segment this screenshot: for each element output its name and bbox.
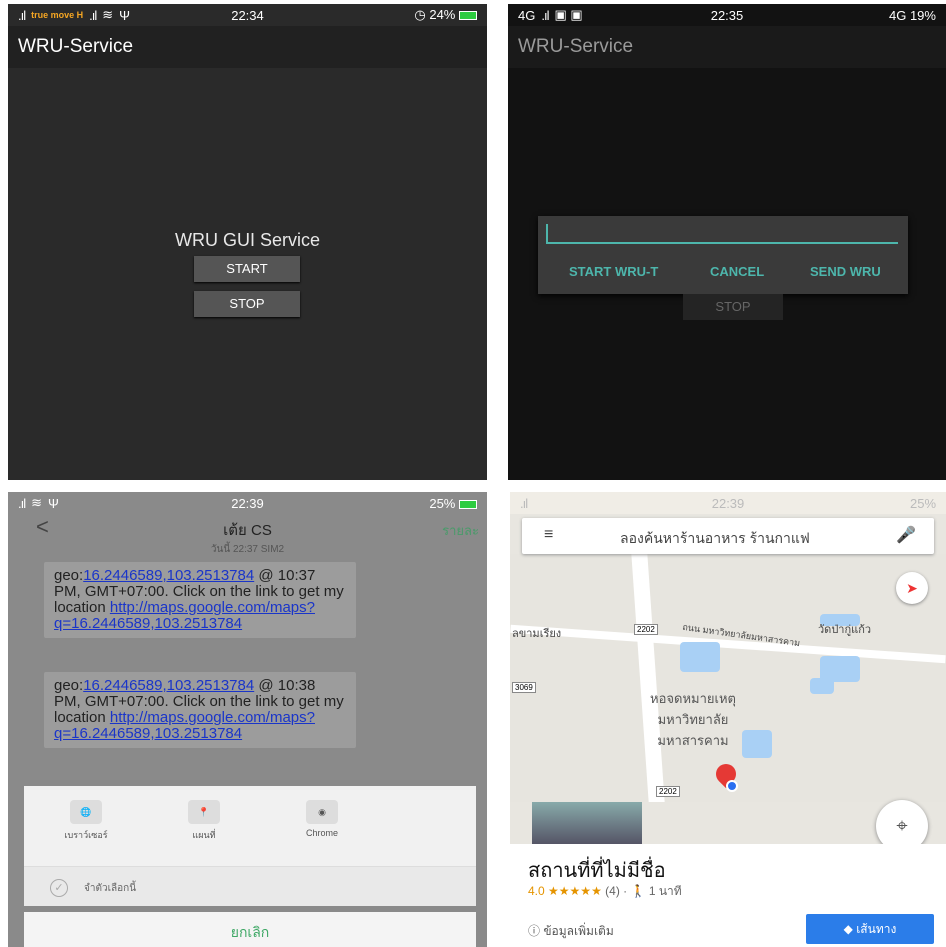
- more-info-link[interactable]: ⓘ ข้อมูลเพิ่มเติม: [528, 922, 614, 941]
- check-icon[interactable]: ✓: [50, 879, 68, 897]
- start-wru-t-button[interactable]: START WRU-T: [569, 264, 658, 279]
- battery-percent: 25%: [909, 495, 937, 511]
- wifi-icon: ≋: [31, 495, 43, 510]
- map-view[interactable]: ลขามเรียง ถนน มหาวิทยาลัยมหาสารคาม วัดป่…: [510, 554, 946, 802]
- geo-prefix: geo:: [54, 677, 84, 694]
- battery-icon: [459, 11, 477, 21]
- signal-icon: .ıl: [18, 7, 26, 23]
- wifi-icon: ≋: [102, 7, 114, 22]
- wru-dialog: START WRU-T CANCEL SEND WRU: [538, 216, 908, 294]
- notification-icon: ▣ ▣: [554, 7, 583, 22]
- maps-screen: .ıl 22:39 25% ลขามเรียง ถนน มหาวิทยาลัยม…: [510, 492, 946, 947]
- gui-title: WRU GUI Service: [174, 230, 320, 250]
- app-label: แผนที่: [192, 830, 216, 840]
- geo-link[interactable]: 16.2446589,103.2513784: [83, 567, 254, 584]
- app-option-maps[interactable]: 📍 แผนที่: [164, 800, 244, 842]
- app-title: WRU-Service: [508, 26, 946, 68]
- search-bar[interactable]: ≡ ลองค้นหาร้านอาหาร ร้านกาแฟ 🎤: [522, 518, 934, 554]
- map-road: [631, 554, 665, 802]
- hamburger-icon[interactable]: ≡: [544, 526, 553, 544]
- battery-percent: 24%: [429, 7, 456, 22]
- street-view-thumbnail[interactable]: [532, 802, 642, 844]
- message-date: วันนี้ 22:37 SIM2: [210, 544, 285, 555]
- signal-icon: .ıl: [89, 7, 97, 23]
- map-water: [680, 642, 720, 672]
- stop-button[interactable]: STOP: [683, 294, 783, 320]
- map-water: [810, 678, 834, 694]
- battery-percent: 25%: [429, 495, 456, 511]
- location-dot-icon: [726, 780, 738, 792]
- directions-button[interactable]: ◆ เส้นทาง: [806, 914, 934, 944]
- clock: 22:39: [231, 495, 264, 511]
- clock: 22:35: [710, 7, 744, 23]
- directions-label: เส้นทาง: [856, 922, 897, 936]
- signal-icon: .ıl: [18, 495, 26, 511]
- clock: 22:39: [711, 495, 745, 511]
- review-count: (4): [605, 884, 620, 898]
- stop-button[interactable]: STOP: [194, 291, 300, 317]
- rating-value: 4.0: [528, 884, 545, 898]
- route-sign: 3069: [512, 682, 536, 693]
- chat-header: < เต้ย CS รายละ: [8, 514, 487, 540]
- send-wru-button[interactable]: SEND WRU: [810, 264, 881, 279]
- usb-icon: Ψ: [48, 495, 59, 511]
- route-sign: 2202: [634, 624, 658, 635]
- center-label: หอจดหมายเหตุ มหาวิทยาลัย มหาสารคาม: [650, 691, 736, 748]
- carrier-label: true move H: [31, 10, 84, 20]
- chrome-icon: ◉: [306, 800, 338, 824]
- route-sign: 2202: [656, 786, 680, 797]
- status-bar: .ıl ≋ Ψ 22:39 25%: [8, 492, 487, 514]
- geo-prefix: geo:: [54, 567, 84, 584]
- walk-time: 1 นาที: [648, 884, 682, 898]
- mic-icon[interactable]: 🎤: [896, 525, 916, 545]
- browser-icon: 🌐: [70, 800, 102, 824]
- app-title: WRU-Service: [8, 26, 487, 68]
- search-placeholder: ลองค้นหาร้านอาหาร ร้านกาแฟ: [620, 530, 810, 546]
- temple-label: วัดป่ากู่แก้ว: [818, 624, 872, 636]
- info-icon: ⓘ: [528, 924, 544, 938]
- more-info-label: ข้อมูลเพิ่มเติม: [543, 924, 614, 938]
- message-bubble: geo:16.2446589,103.2513784 @ 10:37 PM, G…: [44, 562, 356, 638]
- signal-icon: .ıl: [520, 495, 528, 511]
- rating-row: 4.0 ★★★★★ (4) · 🚶 1 นาที: [528, 884, 682, 898]
- app-option-chrome[interactable]: ◉ Chrome: [282, 800, 362, 838]
- status-bar: .ıl 22:39 25%: [510, 492, 946, 514]
- network-label: 4G: [518, 7, 536, 23]
- usb-icon: Ψ: [119, 7, 131, 23]
- remember-choice-row[interactable]: ✓ จำตัวเลือกนี้: [24, 866, 476, 906]
- text-cursor: [546, 224, 548, 242]
- cancel-button[interactable]: ยกเลิก: [24, 912, 476, 947]
- app-label: เบราว์เซอร์: [64, 830, 108, 840]
- details-link[interactable]: รายละ: [442, 520, 479, 541]
- app-label: Chrome: [305, 828, 338, 838]
- cancel-button[interactable]: CANCEL: [710, 264, 764, 279]
- walk-icon: 🚶: [630, 884, 646, 898]
- phone-input[interactable]: [546, 222, 898, 244]
- compass-icon[interactable]: ➤: [896, 572, 928, 604]
- sms-chooser-screen: .ıl ≋ Ψ 22:39 25% < เต้ย CS รายละ วันนี้ 2…: [8, 492, 487, 947]
- remember-label: จำตัวเลือกนี้: [84, 883, 137, 894]
- start-button[interactable]: START: [194, 256, 300, 282]
- contact-name: เต้ย CS: [223, 522, 272, 539]
- app-option-browser[interactable]: 🌐 เบราว์เซอร์: [46, 800, 126, 842]
- wru-dialog-screen: 4G .ıl ▣ ▣ 22:35 4G 19% WRU-Service START …: [508, 4, 946, 480]
- battery-percent: 4G 19%: [889, 7, 936, 23]
- maps-icon: 📍: [188, 800, 220, 824]
- message-bubble: geo:16.2446589,103.2513784 @ 10:38 PM, G…: [44, 672, 356, 748]
- battery-icon: [459, 499, 477, 509]
- signal-icon: .ıl: [541, 7, 549, 23]
- place-card[interactable]: สถานที่ที่ไม่มีชื่อ 4.0 ★★★★★ (4) · 🚶 1 …: [510, 844, 946, 947]
- status-bar: 4G .ıl ▣ ▣ 22:35 4G 19%: [508, 4, 946, 26]
- rating-stars: ★★★★★: [548, 884, 602, 898]
- wru-service-screen: .ıl true move H .ıl ≋ Ψ 22:34 ◷ 24% WRU-Serv…: [8, 4, 487, 480]
- geo-link[interactable]: 16.2446589,103.2513784: [83, 677, 254, 694]
- clock: 22:34: [231, 7, 264, 23]
- status-bar: .ıl true move H .ıl ≋ Ψ 22:34 ◷ 24%: [8, 4, 487, 26]
- alarm-icon: ◷: [414, 7, 430, 22]
- place-label: ลขามเรียง: [512, 628, 562, 640]
- directions-icon: ◆: [843, 922, 857, 936]
